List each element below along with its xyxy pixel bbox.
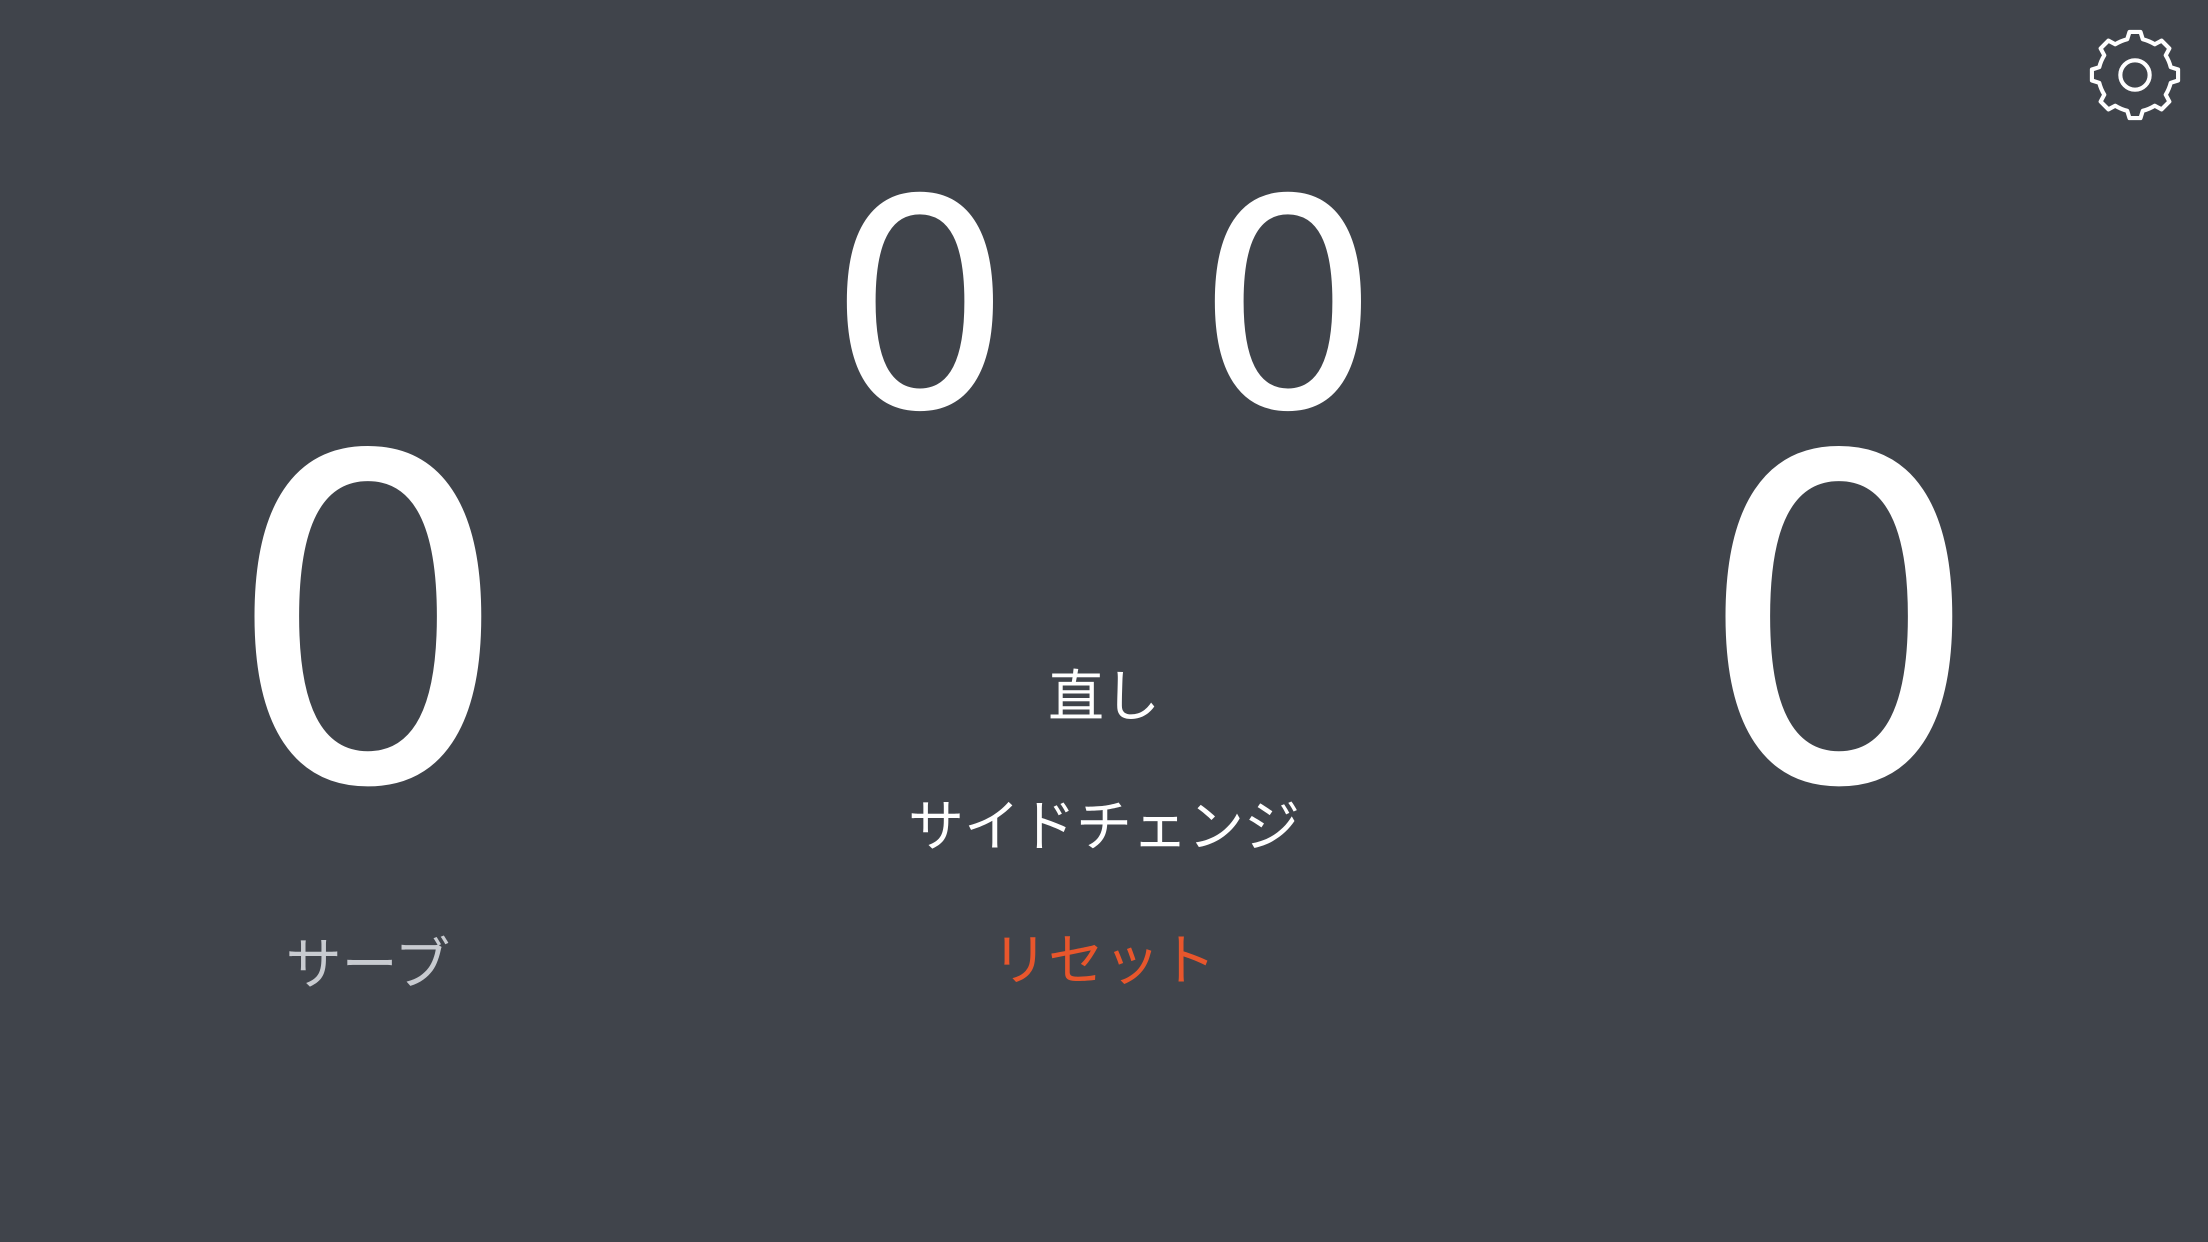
left-point-score[interactable]: 0 [198,400,538,850]
scoreboard-screen: 0 0 0 0 直し サイドチェンジ リセット サーブ [0,0,2208,1242]
gear-icon [2080,20,2190,130]
serve-indicator: サーブ [285,933,451,998]
right-point-score[interactable]: 0 [1669,400,2009,850]
settings-button[interactable] [2080,20,2190,130]
reset-button[interactable]: リセット [700,922,1508,1002]
right-set-score[interactable]: 0 [1188,163,1388,453]
side-change-button[interactable]: サイドチェンジ [700,788,1508,868]
undo-button[interactable]: 直し [700,658,1508,738]
left-set-score[interactable]: 0 [820,163,1020,453]
